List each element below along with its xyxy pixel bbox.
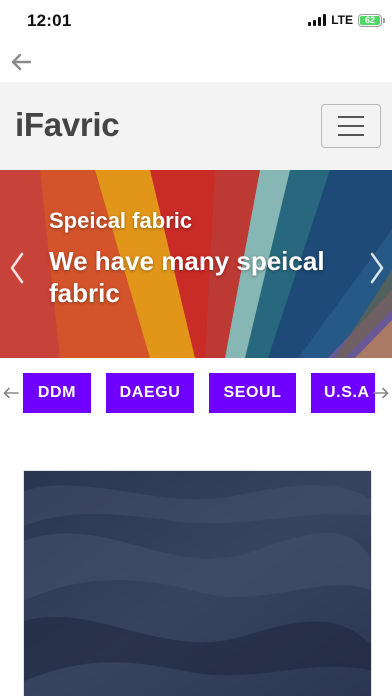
slide-title: Speical fabric (49, 208, 193, 233)
arrow-left-icon (11, 53, 32, 71)
back-button[interactable] (8, 49, 34, 75)
arrow-right-icon (373, 387, 389, 399)
signal-icon (308, 14, 327, 26)
location-chip-seoul[interactable]: SEOUL (209, 373, 296, 413)
chips-prev-button[interactable] (2, 384, 20, 402)
arrow-left-icon (3, 387, 19, 399)
slide-text: We have many speical fabric (49, 246, 325, 308)
chevron-left-icon (10, 252, 24, 284)
network-type: LTE (331, 13, 353, 27)
carousel-prev-button[interactable] (6, 250, 28, 286)
product-card[interactable] (23, 470, 372, 696)
hamburger-menu-icon (338, 116, 364, 118)
location-chips: DDM DAEGU SEOUL U.S.A (0, 358, 392, 430)
navy-fabric-image (24, 471, 371, 696)
navbar: iFavric (0, 82, 392, 170)
location-chip-daegu[interactable]: DAEGU (106, 373, 194, 413)
battery-level: 62 (360, 15, 380, 25)
status-indicators: LTE 62 (308, 13, 385, 27)
location-chip-ddm[interactable]: DDM (23, 373, 91, 413)
chevron-right-icon (370, 252, 384, 284)
chips-next-button[interactable] (372, 384, 390, 402)
status-time: 12:01 (27, 11, 72, 30)
location-chip-usa[interactable]: U.S.A (311, 373, 375, 413)
menu-toggle-button[interactable] (321, 104, 381, 148)
hero-carousel[interactable]: Speical fabric We have many speical fabr… (0, 170, 392, 358)
brand-logo[interactable]: iFavric (15, 106, 120, 144)
carousel-next-button[interactable] (366, 250, 388, 286)
battery-icon: 62 (358, 13, 385, 27)
status-bar: 12:01 LTE 62 (0, 0, 392, 44)
top-bar (0, 44, 392, 82)
slide-caption: Speical fabric We have many speical fabr… (49, 208, 349, 309)
